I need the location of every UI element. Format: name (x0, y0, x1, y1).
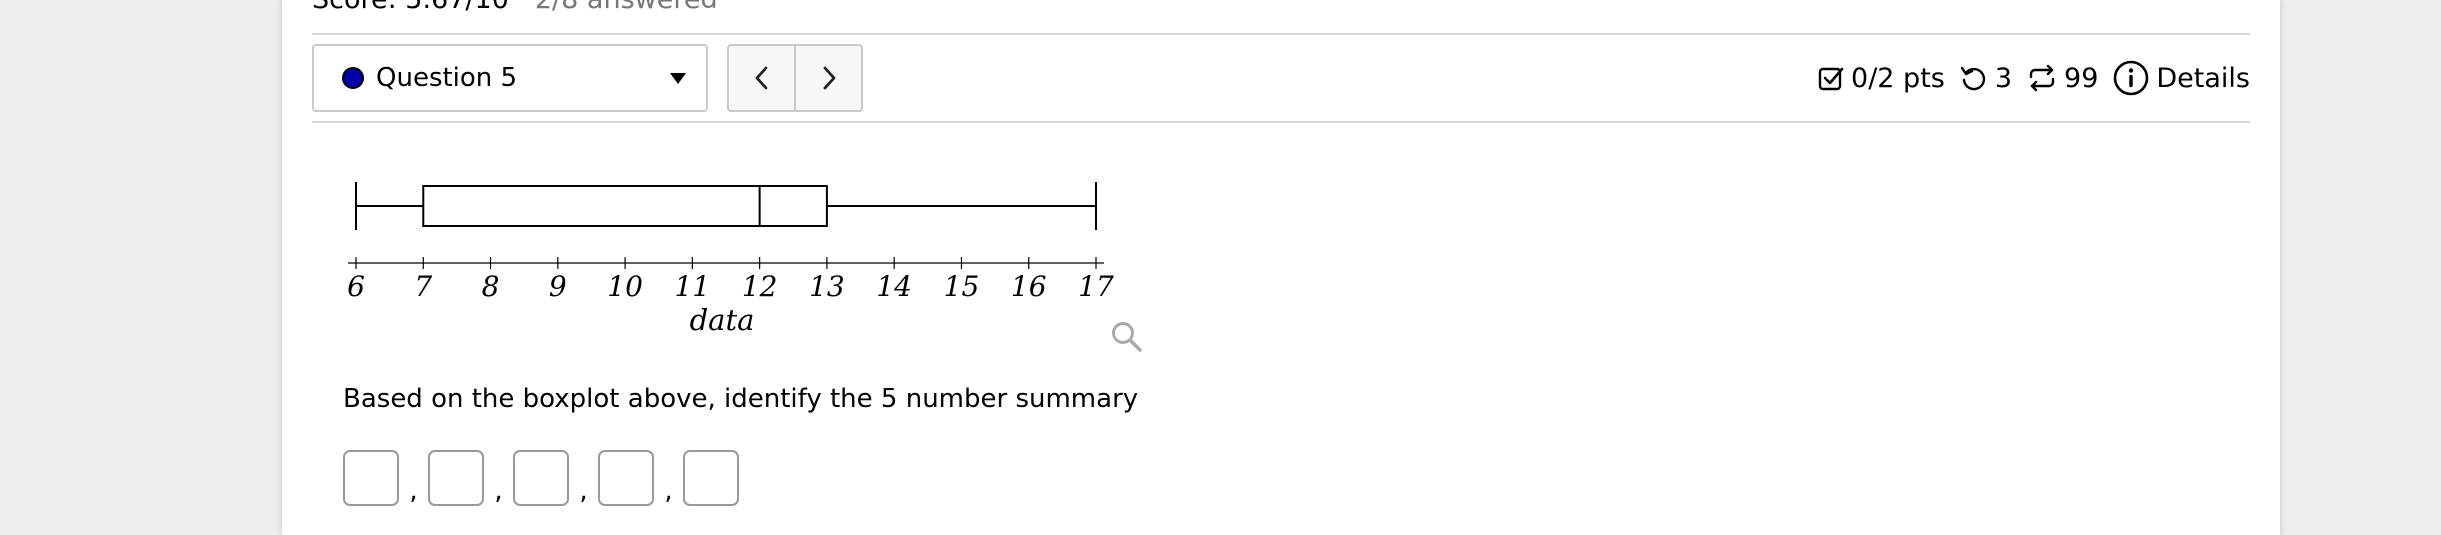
answer-fields: , , , , (343, 450, 739, 506)
magnifier-icon[interactable] (1110, 320, 1144, 354)
question-page: Score: 5.67/10 2/8 answered Question 5 0/… (282, 0, 2280, 535)
chevron-down-icon (670, 72, 686, 84)
answer-separator: , (409, 476, 418, 506)
x-tick-label: 9 (549, 270, 567, 303)
points-label: 0/2 pts (1851, 62, 1945, 94)
question-selector-label: Question 5 (376, 63, 518, 93)
attempts-count: 99 (2064, 62, 2099, 94)
retries-indicator: 3 (1959, 63, 2012, 94)
attempts-indicator: 99 (2026, 63, 2098, 94)
maximum-answer-input[interactable] (683, 450, 739, 506)
details-label: Details (2156, 62, 2250, 94)
question-meta: 0/2 pts 3 99 Details (1803, 56, 2250, 100)
chevron-right-icon (823, 66, 835, 90)
q3-answer-input[interactable] (598, 450, 654, 506)
info-icon (2114, 60, 2149, 96)
header-divider (312, 121, 2250, 123)
answer-separator: , (664, 476, 673, 506)
previous-question-button[interactable] (729, 46, 794, 110)
x-tick-label: 8 (482, 270, 500, 303)
x-tick-label: 6 (347, 270, 365, 303)
score-label: Score: 5.67/10 (312, 0, 509, 15)
repeat-icon (2029, 64, 2055, 92)
x-tick-label: 14 (876, 270, 912, 303)
x-tick-label: 16 (1011, 270, 1047, 303)
question-prompt: Based on the boxplot above, identify the… (343, 384, 1139, 414)
retries-count: 3 (1994, 62, 2013, 94)
box-iqr (422, 185, 828, 227)
question-status-dot (342, 67, 364, 89)
x-tick-label: 10 (607, 270, 643, 303)
top-divider (312, 33, 2250, 35)
x-axis-ticks: 6 7 8 9 10 11 12 13 14 15 16 17 (347, 257, 1114, 303)
question-selector[interactable]: Question 5 (312, 44, 708, 112)
answered-count: 2/8 answered (535, 0, 718, 15)
x-tick-label: 15 (944, 270, 980, 303)
median-answer-input[interactable] (513, 450, 569, 506)
answer-separator: , (494, 476, 503, 506)
x-axis-label: data (690, 303, 755, 337)
details-button[interactable]: Details (2112, 59, 2250, 97)
score-bar: Score: 5.67/10 2/8 answered (312, 0, 718, 15)
x-tick-label: 13 (809, 270, 845, 303)
minimum-answer-input[interactable] (343, 450, 399, 506)
points-indicator: 0/2 pts (1817, 63, 1945, 94)
x-tick-label: 12 (742, 270, 778, 303)
answer-separator: , (579, 476, 588, 506)
checkbox-icon (1818, 67, 1844, 91)
question-nav (727, 44, 863, 112)
q1-answer-input[interactable] (428, 450, 484, 506)
x-tick-label: 17 (1078, 270, 1114, 303)
undo-icon (1960, 66, 1985, 91)
x-tick-label: 7 (414, 270, 432, 303)
chevron-left-icon (755, 66, 767, 90)
next-question-button[interactable] (794, 46, 861, 110)
boxplot-chart: 6 7 8 9 10 11 12 13 14 15 16 17 data (347, 182, 1114, 337)
x-tick-label: 11 (675, 270, 711, 303)
